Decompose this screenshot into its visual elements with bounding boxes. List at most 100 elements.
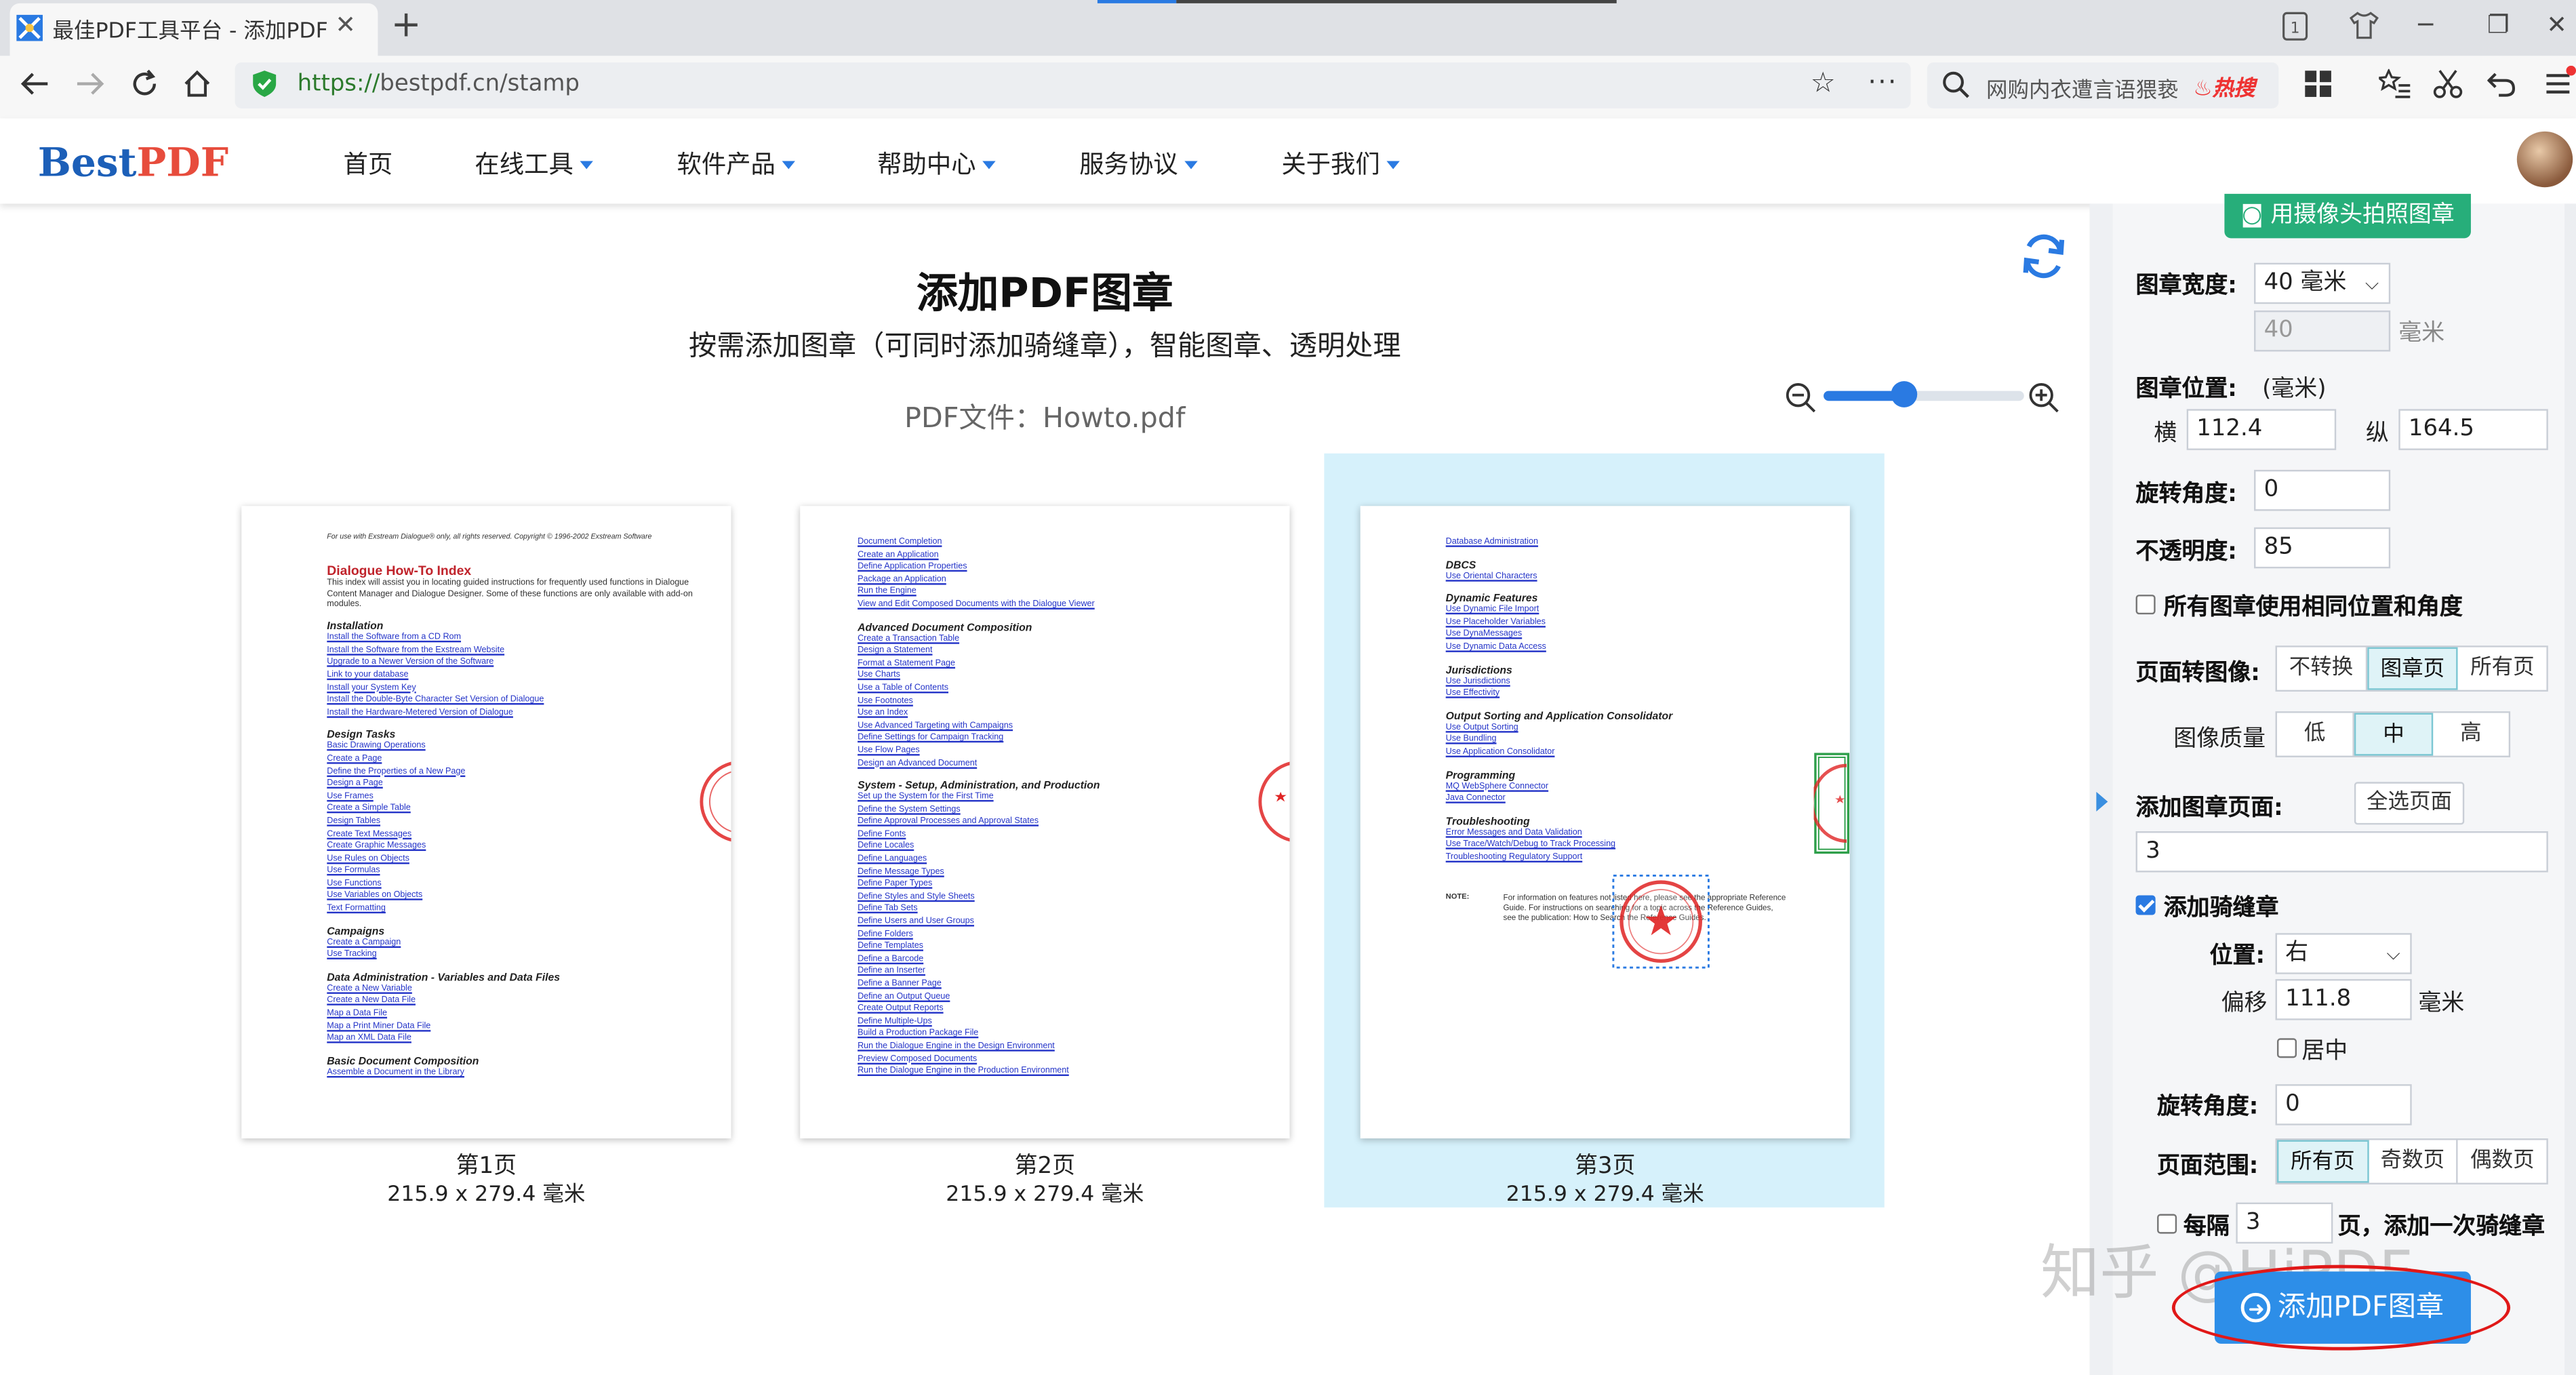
page3-link[interactable]: Use Effectivity — [1446, 689, 1673, 701]
back-arrow-icon[interactable] — [20, 71, 49, 97]
page1-link[interactable]: Create a Page — [327, 754, 693, 766]
zoom-slider-handle[interactable] — [1890, 381, 1917, 407]
page2-link[interactable]: Define Users and User Groups — [858, 917, 1100, 929]
nav-about-us[interactable]: 关于我们 — [1281, 146, 1400, 181]
page1-link[interactable]: Basic Drawing Operations — [327, 742, 693, 754]
convert-option-none[interactable]: 不转换 — [2277, 647, 2367, 690]
shirt-skin-icon[interactable] — [2349, 12, 2379, 39]
refresh-icon[interactable] — [2017, 230, 2070, 283]
page1-link[interactable]: Text Formatting — [327, 904, 693, 916]
site-logo[interactable]: BestPDF — [38, 138, 228, 186]
menu-icon[interactable] — [2543, 65, 2576, 98]
page2-link[interactable]: Preview Composed Documents — [858, 1054, 1100, 1066]
range-option-odd[interactable]: 奇数页 — [2369, 1140, 2459, 1183]
search-icon[interactable] — [1942, 71, 1970, 98]
position-x-input[interactable]: 112.4 — [2186, 409, 2337, 450]
perf-rotation-input[interactable]: 0 — [2275, 1084, 2412, 1125]
page1-link[interactable]: Map a Print Miner Data File — [327, 1021, 693, 1033]
page1-link[interactable]: Design a Page — [327, 779, 693, 791]
forward-arrow-icon[interactable] — [75, 71, 105, 97]
perforation-checkbox[interactable] — [2135, 895, 2156, 915]
opacity-input[interactable]: 85 — [2254, 527, 2391, 569]
page2-link[interactable]: Document Completion — [858, 537, 1100, 549]
page2-link[interactable]: Use Footnotes — [858, 696, 1100, 708]
apps-grid-icon[interactable] — [2305, 71, 2331, 97]
user-avatar[interactable] — [2516, 131, 2573, 188]
page1-link[interactable]: Install the Hardware-Metered Version of … — [327, 708, 693, 720]
range-option-all[interactable]: 所有页 — [2276, 1140, 2369, 1183]
page2-link[interactable]: Use an Index — [858, 709, 1100, 721]
page3-link[interactable]: Use Trace/Watch/Debug to Track Processin… — [1446, 840, 1673, 852]
page2-link[interactable]: Define Paper Types — [858, 879, 1100, 892]
page2-link[interactable]: Create a Transaction Table — [858, 633, 1100, 645]
tab-count-icon[interactable]: 1 — [2282, 12, 2308, 41]
page2-link[interactable]: Use Flow Pages — [858, 746, 1100, 758]
page1-link[interactable]: Assemble a Document in the Library — [327, 1067, 693, 1079]
nav-service-agreement[interactable]: 服务协议 — [1079, 146, 1198, 181]
zoom-out-icon[interactable] — [1784, 381, 1817, 414]
new-tab-icon[interactable]: + — [391, 5, 422, 46]
stamp-width-custom-input[interactable]: 40 — [2254, 310, 2391, 352]
range-option-even[interactable]: 偶数页 — [2458, 1140, 2546, 1182]
page1-link[interactable]: Link to your database — [327, 670, 693, 682]
more-options-icon[interactable]: ··· — [1868, 66, 1898, 97]
maximize-window-icon[interactable]: ❐ — [2487, 10, 2510, 40]
page2-link[interactable]: Set up the System for the First Time — [858, 792, 1100, 804]
placed-stamp-icon[interactable] — [1611, 874, 1710, 970]
page1-link[interactable]: Use Formulas — [327, 866, 693, 879]
page1-link[interactable]: Install the Software from the Exstream W… — [327, 645, 693, 658]
page2-link[interactable]: Define Folders — [858, 929, 1100, 941]
pdf-page-thumbnail-3[interactable]: Database Administration DBCS Use Oriental … — [1360, 506, 1850, 1139]
nav-home[interactable]: 首页 — [344, 146, 393, 181]
page1-link[interactable]: Create a New Variable — [327, 984, 693, 996]
page3-link[interactable]: Java Connector — [1446, 794, 1673, 806]
page3-link[interactable]: Use Placeholder Variables — [1446, 617, 1673, 629]
stamp-width-select[interactable]: 40 毫米 ⌵ — [2254, 262, 2391, 304]
close-window-icon[interactable]: ✕ — [2546, 10, 2567, 40]
page3-link[interactable]: Use Jurisdictions — [1446, 676, 1673, 688]
page1-link[interactable]: Use Tracking — [327, 950, 693, 962]
page3-link[interactable]: Use Dynamic File Import — [1446, 605, 1673, 617]
search-suggestion-text[interactable]: 网购内衣遭言语猥亵 — [1986, 73, 2179, 103]
page2-link[interactable]: Package an Application — [858, 574, 1100, 586]
page2-link[interactable]: Use a Table of Contents — [858, 683, 1100, 696]
page2-link[interactable]: Design a Statement — [858, 646, 1100, 658]
minimize-window-icon[interactable]: ─ — [2418, 10, 2433, 40]
quality-option-low[interactable]: 低 — [2277, 713, 2354, 756]
home-icon[interactable] — [182, 69, 212, 99]
favorites-list-icon[interactable] — [2379, 68, 2411, 99]
page2-link[interactable]: Define Settings for Campaign Tracking — [858, 733, 1100, 745]
page3-link[interactable]: Use Application Consolidator — [1446, 747, 1673, 759]
page2-link[interactable]: Define Approval Processes and Approval S… — [858, 817, 1100, 829]
page1-link[interactable]: Create Text Messages — [327, 829, 693, 841]
page2-link[interactable]: Define Styles and Style Sheets — [858, 892, 1100, 904]
nav-help-center[interactable]: 帮助中心 — [877, 146, 996, 181]
page1-link[interactable]: Create a New Data File — [327, 996, 693, 1008]
page1-link[interactable]: Use Variables on Objects — [327, 891, 693, 903]
page2-link[interactable]: Define Multiple-Ups — [858, 1016, 1100, 1029]
page2-link[interactable]: Define an Inserter — [858, 967, 1100, 979]
page2-link[interactable]: Define an Output Queue — [858, 991, 1100, 1003]
nav-online-tools[interactable]: 在线工具 — [475, 146, 593, 181]
page3-link[interactable]: Use Bundling — [1446, 735, 1673, 747]
page2-link[interactable]: Create an Application — [858, 550, 1100, 562]
panel-collapse-strip[interactable] — [2089, 203, 2113, 1375]
scissors-icon[interactable] — [2433, 69, 2463, 99]
page3-link[interactable]: MQ WebSphere Connector — [1446, 781, 1673, 793]
page2-link[interactable]: Define Languages — [858, 854, 1100, 866]
perforation-stamp-icon[interactable] — [1813, 753, 1850, 854]
rotation-input[interactable]: 0 — [2254, 469, 2391, 511]
panel-toggle-arrow-icon[interactable] — [2096, 791, 2108, 812]
offset-input[interactable]: 111.8 — [2275, 979, 2412, 1020]
page2-link[interactable]: Define the System Settings — [858, 804, 1100, 816]
page1-link[interactable]: Install your System Key — [327, 683, 693, 695]
page1-link[interactable]: Use Frames — [327, 791, 693, 803]
page2-link[interactable]: Use Advanced Targeting with Campaigns — [858, 721, 1100, 733]
page2-link[interactable]: Define Application Properties — [858, 562, 1100, 574]
perf-position-select[interactable]: 右 ⌵ — [2275, 933, 2412, 974]
page1-link[interactable]: Map a Data File — [327, 1009, 693, 1021]
page2-link[interactable]: Run the Dialogue Engine in the Productio… — [858, 1067, 1100, 1079]
zoom-in-icon[interactable] — [2028, 381, 2060, 414]
page2-link[interactable]: Define Tab Sets — [858, 904, 1100, 917]
page2-link[interactable]: Define Locales — [858, 842, 1100, 854]
